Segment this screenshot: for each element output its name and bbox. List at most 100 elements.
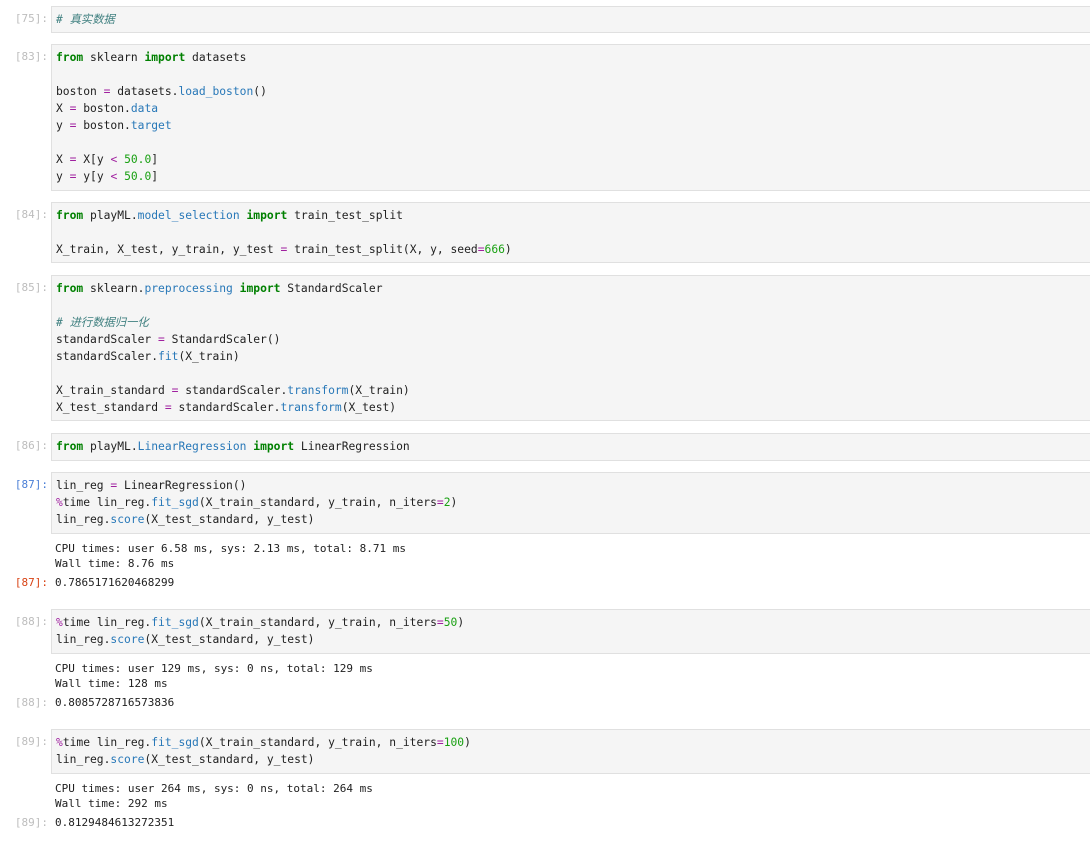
cell-input-prompt: [83]: — [14, 50, 48, 63]
code-token: = — [436, 496, 444, 509]
cell-input-prompt: [85]: — [14, 281, 48, 294]
code-token: LinearRegression — [294, 440, 410, 453]
code-line: from playML.model_selection import train… — [56, 207, 403, 224]
code-token: (X_test_standard, y_test) — [144, 633, 315, 646]
code-token: % — [56, 616, 63, 629]
code-token: transform — [287, 384, 349, 397]
code-token: train_test_split — [287, 209, 403, 222]
code-cell[interactable]: %time lin_reg.fit_sgd(X_train_standard, … — [51, 609, 1090, 654]
code-token: datasets. — [110, 85, 179, 98]
code-token: from — [56, 51, 84, 64]
code-line: X_train_standard = standardScaler.transf… — [56, 382, 410, 399]
code-token: standardScaler. — [171, 401, 281, 414]
code-line: # 进行数据归一化 — [56, 314, 149, 331]
code-line: X_train, X_test, y_train, y_test = train… — [56, 241, 512, 258]
code-line: lin_reg.score(X_test_standard, y_test) — [56, 511, 314, 528]
stdout-line: Wall time: 128 ms — [55, 677, 168, 690]
code-token: LinearRegression — [137, 440, 247, 453]
cell-input-prompt: [89]: — [14, 735, 48, 748]
code-token: import — [246, 209, 288, 222]
code-token: StandardScaler() — [164, 333, 281, 346]
code-token: standardScaler — [56, 333, 159, 346]
code-token: playML. — [83, 440, 138, 453]
code-token: train_test_split(X, y, seed — [287, 243, 478, 256]
cell-input-prompt: [75]: — [14, 12, 48, 25]
cell-input-prompt: [86]: — [14, 439, 48, 452]
code-token: fit_sgd — [151, 736, 199, 749]
code-token: lin_reg — [56, 479, 111, 492]
code-token: fit — [158, 350, 179, 363]
code-token: boston. — [76, 119, 131, 132]
code-token: lin_reg. — [56, 633, 111, 646]
code-token: # 真实数据 — [56, 13, 115, 26]
code-line: lin_reg.score(X_test_standard, y_test) — [56, 751, 314, 768]
code-token: % — [56, 736, 63, 749]
code-token: y — [56, 170, 70, 183]
code-line: %time lin_reg.fit_sgd(X_train_standard, … — [56, 734, 471, 751]
code-token: = — [477, 243, 485, 256]
code-line: standardScaler = StandardScaler() — [56, 331, 280, 348]
code-token: (X_train_standard, y_train, n_iters — [198, 736, 437, 749]
code-token: (X_train) — [348, 384, 410, 397]
code-token: % — [56, 496, 63, 509]
cell-input-prompt: [87]: — [14, 478, 48, 491]
result-value: 0.7865171620468299 — [55, 576, 175, 589]
code-token: score — [110, 513, 145, 526]
code-token: (X_test_standard, y_test) — [144, 513, 315, 526]
code-line: y = y[y < 50.0] — [56, 168, 158, 185]
code-token: import — [239, 282, 281, 295]
code-token: load_boston — [178, 85, 254, 98]
code-token: boston. — [76, 102, 131, 115]
code-token: target — [130, 119, 172, 132]
code-token: = — [436, 736, 444, 749]
code-line: %time lin_reg.fit_sgd(X_train_standard, … — [56, 494, 457, 511]
code-token: data — [130, 102, 159, 115]
cell-output-prompt: [87]: — [14, 576, 48, 589]
code-token: standardScaler. — [178, 384, 288, 397]
code-token: transform — [280, 401, 342, 414]
stdout-line: CPU times: user 264 ms, sys: 0 ns, total… — [55, 782, 373, 795]
code-token: 50.0 — [124, 170, 152, 183]
stdout-line: Wall time: 8.76 ms — [55, 557, 175, 570]
code-token: = — [164, 401, 172, 414]
code-token: y[y — [76, 170, 111, 183]
code-token: y — [56, 119, 70, 132]
code-cell[interactable]: from sklearn.preprocessing import Standa… — [51, 275, 1090, 421]
cell-output-prompt: [88]: — [14, 696, 48, 709]
code-line: X = boston.data — [56, 100, 158, 117]
code-token: X_train_standard — [56, 384, 172, 397]
code-token: score — [110, 633, 145, 646]
code-cell[interactable]: lin_reg = LinearRegression() %time lin_re… — [51, 472, 1090, 534]
stdout-line: CPU times: user 129 ms, sys: 0 ns, total… — [55, 662, 373, 675]
code-token: datasets — [185, 51, 247, 64]
code-token: = — [158, 333, 165, 346]
code-token: score — [110, 753, 145, 766]
code-token: playML. — [83, 209, 138, 222]
result-value: 0.8129484613272351 — [55, 816, 175, 829]
code-token: (X_train) — [178, 350, 240, 363]
code-token: X_test_standard — [56, 401, 165, 414]
code-token: StandardScaler — [280, 282, 383, 295]
code-token: sklearn. — [83, 282, 145, 295]
code-cell[interactable]: from playML.model_selection import train… — [51, 202, 1090, 263]
code-token: boston — [56, 85, 104, 98]
cell-input-prompt: [88]: — [14, 615, 48, 628]
code-token: time lin_reg. — [62, 616, 152, 629]
code-token: 50 — [443, 616, 458, 629]
code-cell[interactable]: # 真实数据 — [51, 6, 1090, 33]
stdout-line: CPU times: user 6.58 ms, sys: 2.13 ms, t… — [55, 542, 406, 555]
code-token: 50.0 — [124, 153, 152, 166]
code-token: (X_test) — [341, 401, 397, 414]
code-cell[interactable]: %time lin_reg.fit_sgd(X_train_standard, … — [51, 729, 1090, 774]
code-token: standardScaler. — [56, 350, 159, 363]
code-token: fit_sgd — [151, 616, 199, 629]
code-line: from sklearn.preprocessing import Standa… — [56, 280, 383, 297]
code-token: ) — [464, 736, 471, 749]
code-line: from playML.LinearRegression import Line… — [56, 438, 410, 455]
code-token: sklearn — [83, 51, 145, 64]
code-token: ] — [151, 170, 159, 183]
code-cell[interactable]: from playML.LinearRegression import Line… — [51, 433, 1090, 461]
code-cell[interactable]: from sklearn import datasets boston = dat… — [51, 44, 1090, 191]
code-token: (X_train_standard, y_train, n_iters — [198, 616, 437, 629]
